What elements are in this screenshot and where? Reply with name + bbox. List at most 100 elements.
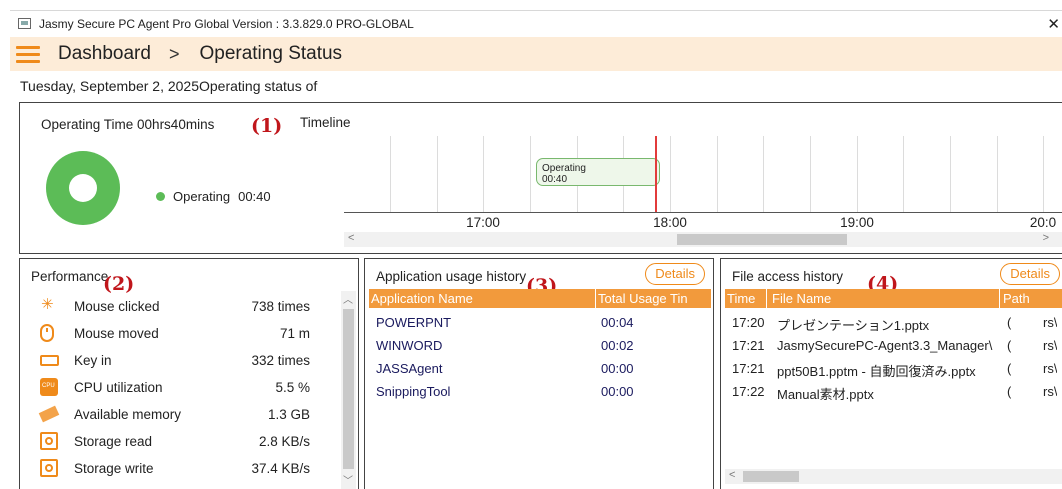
storage-icon (40, 459, 58, 477)
file-name: プレゼンテーション1.pptx (777, 318, 930, 333)
storage-icon (40, 432, 58, 450)
timeline-operating-bar[interactable]: Operating 00:40 (536, 158, 660, 186)
breadcrumb-current: Operating Status (199, 43, 343, 64)
file-access-scroll-thumb[interactable] (743, 471, 799, 482)
application-usage-panel: Application usage history Details (3) Ap… (364, 258, 714, 489)
timeline-label: Timeline (300, 115, 351, 130)
scroll-up-icon[interactable]: ︿ (343, 291, 353, 306)
perf-value: 332 times (251, 352, 310, 368)
timeline-scrollbar[interactable]: < > (344, 232, 1062, 247)
table-row[interactable]: 17:21 JasmySecurePC-Agent3.3_Manager\ ( … (725, 335, 1062, 357)
perf-value: 5.5 % (275, 379, 310, 395)
perf-row-memory: Available memory 1.3 GB (38, 402, 340, 426)
app-name: JASSAgent (376, 361, 443, 376)
breadcrumb-dashboard[interactable]: Dashboard (58, 43, 151, 65)
app-time: 00:04 (601, 315, 634, 330)
file-access-title: File access history (732, 269, 844, 284)
perf-label: Mouse clicked (74, 298, 160, 314)
table-row[interactable]: WINWORD 00:02 (369, 335, 711, 357)
perf-label: Storage write (74, 460, 154, 476)
file-name: JasmySecurePC-Agent3.3_Manager\ (777, 338, 993, 353)
file-access-panel: File access history Details (4) Time Fil… (720, 258, 1062, 489)
cpu-icon (40, 378, 58, 396)
app-time: 00:00 (601, 361, 634, 376)
scroll-down-icon[interactable]: ﹀ (343, 472, 353, 487)
performance-panel: Performance (2) Mouse clicked 738 times … (19, 258, 359, 489)
operating-legend: Operating 00:40 (156, 189, 271, 204)
file-path: rs\ (1043, 361, 1058, 376)
timeline-tick: 20:0 (1029, 215, 1057, 230)
mouse-icon (40, 324, 54, 342)
timeline-chart: Operating 00:40 (344, 136, 1062, 212)
menu-icon[interactable] (16, 44, 42, 64)
app-icon (18, 18, 31, 29)
perf-label: Key in (74, 352, 112, 368)
perf-label: Mouse moved (74, 325, 159, 341)
legend-value: 00:40 (238, 189, 271, 204)
app-time: 00:02 (601, 338, 634, 353)
performance-scrollbar[interactable]: ︿ ﹀ (341, 291, 356, 489)
scroll-left-icon[interactable]: < (729, 469, 735, 481)
window-titlebar: Jasmy Secure PC Agent Pro Global Version… (10, 10, 1062, 36)
column-path[interactable]: Path (1003, 291, 1030, 306)
file-name: Manual素材.pptx (777, 387, 874, 402)
file-access-scrollbar[interactable]: < (725, 469, 1062, 484)
file-name: ppt50B1.pptm - 自動回復済み.pptx (777, 364, 976, 379)
perf-value: 71 m (279, 325, 310, 341)
column-total-usage-time[interactable]: Total Usage Tin (598, 291, 708, 306)
file-access-details-button[interactable]: Details (1000, 263, 1060, 285)
perf-row-cpu: CPU utilization 5.5 % (40, 375, 340, 399)
window-title: Jasmy Secure PC Agent Pro Global Version… (39, 16, 414, 31)
app-name: POWERPNT (376, 315, 452, 330)
file-col-clipped: ( (1007, 384, 1012, 399)
file-col-clipped: ( (1007, 361, 1012, 376)
app-usage-table-header: Application Name Total Usage Tin (369, 289, 711, 308)
perf-value: 37.4 KB/s (251, 460, 310, 476)
operating-donut-chart (46, 151, 120, 225)
operating-panel: Operating Time 00hrs40mins Operating 00:… (19, 102, 1062, 254)
perf-label: CPU utilization (74, 379, 163, 395)
file-col-clipped: ( (1007, 315, 1012, 330)
file-path: rs\ (1043, 384, 1058, 399)
app-usage-details-button[interactable]: Details (645, 263, 705, 285)
column-file-name[interactable]: File Name (772, 291, 831, 306)
file-time: 17:21 (732, 338, 765, 353)
scroll-left-icon[interactable]: < (348, 232, 354, 244)
file-col-clipped: ( (1007, 338, 1012, 353)
performance-title: Performance (31, 269, 109, 284)
marker-2: (2) (103, 273, 135, 295)
legend-label: Operating (173, 189, 231, 204)
scroll-right-icon[interactable]: > (1043, 232, 1049, 244)
table-row[interactable]: 17:22 Manual素材.pptx ( rs\ (725, 381, 1062, 403)
column-time[interactable]: Time (727, 291, 755, 306)
perf-value: 738 times (251, 298, 310, 314)
file-time: 17:22 (732, 384, 765, 399)
table-row[interactable]: JASSAgent 00:00 (369, 358, 711, 380)
marker-1: (1) (251, 115, 283, 137)
app-name: WINWORD (376, 338, 443, 353)
performance-scroll-thumb[interactable] (343, 309, 354, 469)
timeline-tick: 19:00 (840, 215, 874, 230)
perf-row-key-in: Key in 332 times (40, 348, 340, 372)
table-row[interactable]: POWERPNT 00:04 (369, 312, 711, 334)
file-time: 17:20 (732, 315, 765, 330)
file-access-table-header: Time File Name Path (725, 289, 1062, 308)
breadcrumb-separator: > (168, 43, 180, 64)
perf-row-storage-read: Storage read 2.8 KB/s (40, 429, 340, 453)
timeline-current-time-line (655, 136, 657, 212)
table-row[interactable]: 17:20 プレゼンテーション1.pptx ( rs\ (725, 312, 1062, 334)
table-row[interactable]: SnippingTool 00:00 (369, 381, 711, 403)
timeline-bar-label: Operating (542, 163, 586, 174)
timeline-tick: 18:00 (653, 215, 687, 230)
table-row[interactable]: 17:21 ppt50B1.pptm - 自動回復済み.pptx ( rs\ (725, 358, 1062, 380)
keyboard-icon (40, 354, 59, 366)
app-time: 00:00 (601, 384, 634, 399)
close-icon[interactable]: ✕ (1047, 15, 1060, 33)
timeline-axis: 17:00 18:00 19:00 20:0 (344, 212, 1062, 232)
app-usage-title: Application usage history (376, 269, 527, 284)
timeline-scroll-thumb[interactable] (677, 234, 847, 245)
column-application-name[interactable]: Application Name (371, 291, 473, 306)
app-header: Dashboard > Operating Status (10, 37, 1062, 71)
operating-time-title: Operating Time 00hrs40mins (41, 117, 215, 132)
timeline-bar-sublabel: 00:40 (542, 174, 568, 185)
